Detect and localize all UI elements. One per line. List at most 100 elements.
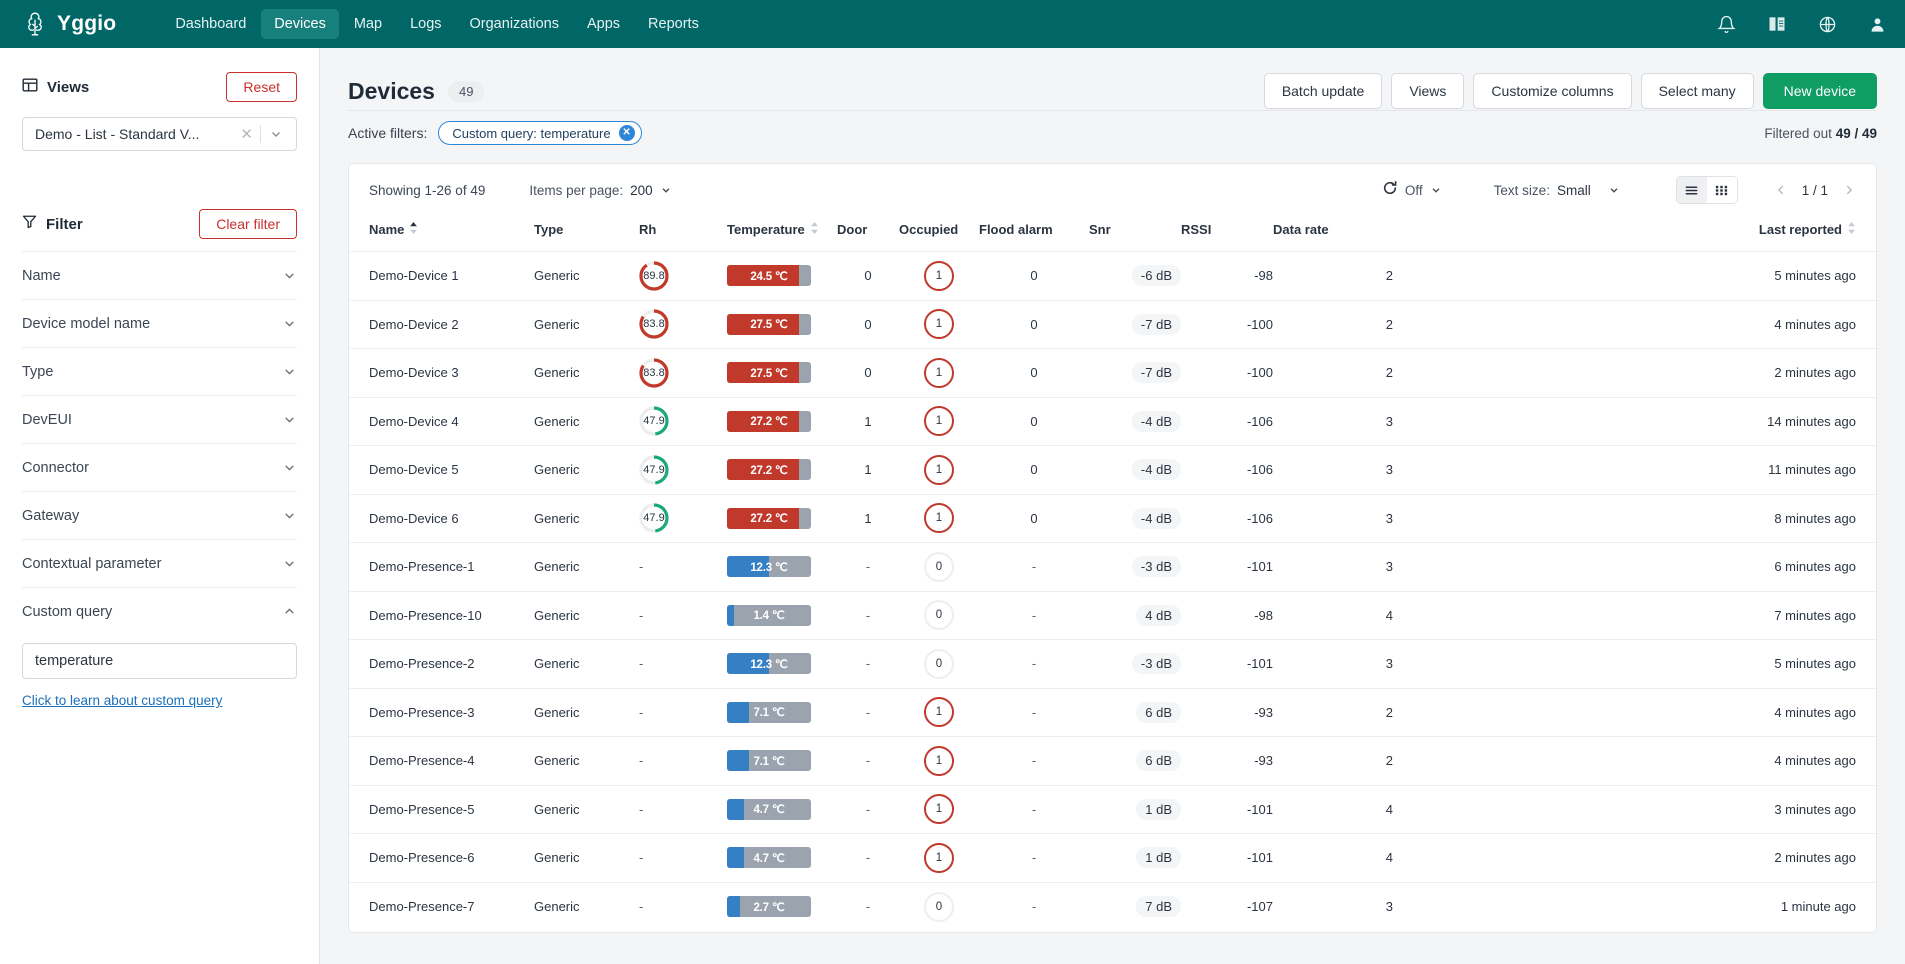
table-row[interactable]: Demo-Device 1Generic89.824.5 ℃010-6 dB-9… — [349, 252, 1876, 301]
cell-occupied: 1 — [899, 300, 979, 349]
occupied-indicator: 0 — [924, 600, 954, 630]
column-header-last-reported[interactable]: Last reported — [1393, 216, 1876, 252]
cell-rh: 83.8 — [639, 300, 727, 349]
bell-icon[interactable] — [1717, 15, 1736, 34]
table-row[interactable]: Demo-Presence-5Generic-4.7 ℃-1-1 dB-1014… — [349, 785, 1876, 834]
cell-name[interactable]: Demo-Device 2 — [349, 300, 534, 349]
refresh-icon[interactable] — [1382, 180, 1398, 201]
table-row[interactable]: Demo-Presence-7Generic-2.7 ℃-0-7 dB-1073… — [349, 882, 1876, 931]
prev-page-button[interactable] — [1774, 183, 1788, 197]
cell-name[interactable]: Demo-Presence-2 — [349, 640, 534, 689]
filter-item-deveui[interactable]: DevEUI — [22, 395, 297, 443]
column-header-temperature[interactable]: Temperature — [727, 216, 837, 252]
column-header-name[interactable]: Name — [349, 216, 534, 252]
temperature-value: 7.1 ℃ — [727, 750, 811, 771]
filter-item-connector[interactable]: Connector — [22, 443, 297, 491]
view-mode-toggle[interactable] — [1676, 176, 1738, 204]
cell-name[interactable]: Demo-Device 4 — [349, 397, 534, 446]
table-row[interactable]: Demo-Device 5Generic47.927.2 ℃110-4 dB-1… — [349, 446, 1876, 495]
nav-link-devices[interactable]: Devices — [261, 9, 339, 39]
clear-view-icon[interactable]: ✕ — [233, 125, 260, 143]
cell-name[interactable]: Demo-Device 6 — [349, 494, 534, 543]
table-row[interactable]: Demo-Presence-3Generic-7.1 ℃-1-6 dB-9324… — [349, 688, 1876, 737]
column-header-rssi[interactable]: RSSI — [1181, 216, 1273, 252]
cell-last-reported: 4 minutes ago — [1393, 688, 1876, 737]
globe-icon[interactable] — [1818, 15, 1837, 34]
column-header-flood-alarm[interactable]: Flood alarm — [979, 216, 1089, 252]
cell-name[interactable]: Demo-Device 5 — [349, 446, 534, 495]
filter-item-device-model-name[interactable]: Device model name — [22, 299, 297, 347]
filter-item-contextual-parameter[interactable]: Contextual parameter — [22, 539, 297, 587]
cell-temperature: 12.3 ℃ — [727, 543, 837, 592]
cell-rssi: -101 — [1181, 785, 1273, 834]
filter-item-label: Name — [22, 268, 61, 284]
column-header-occupied[interactable]: Occupied — [899, 216, 979, 252]
cell-name[interactable]: Demo-Presence-6 — [349, 834, 534, 883]
column-header-rh[interactable]: Rh — [639, 216, 727, 252]
clear-filter-button[interactable]: Clear filter — [199, 209, 297, 239]
device-name: Demo-Presence-1 — [369, 559, 475, 574]
nav-link-apps[interactable]: Apps — [574, 9, 633, 39]
brand-logo-area[interactable]: Yggio — [22, 11, 116, 37]
filter-item-name[interactable]: Name — [22, 251, 297, 299]
cell-data-rate: 3 — [1273, 494, 1393, 543]
table-row[interactable]: Demo-Presence-6Generic-4.7 ℃-1-1 dB-1014… — [349, 834, 1876, 883]
table-row[interactable]: Demo-Device 3Generic83.827.5 ℃010-7 dB-1… — [349, 349, 1876, 398]
new-device-button[interactable]: New device — [1763, 73, 1877, 109]
cell-last-reported: 4 minutes ago — [1393, 300, 1876, 349]
cell-last-reported: 11 minutes ago — [1393, 446, 1876, 495]
active-filter-chip[interactable]: Custom query: temperature ✕ — [438, 121, 641, 145]
cell-name[interactable]: Demo-Presence-5 — [349, 785, 534, 834]
cell-name[interactable]: Demo-Presence-4 — [349, 737, 534, 786]
nav-link-organizations[interactable]: Organizations — [457, 9, 572, 39]
list-view-button[interactable] — [1677, 177, 1707, 203]
cell-name[interactable]: Demo-Presence-1 — [349, 543, 534, 592]
nav-link-map[interactable]: Map — [341, 9, 395, 39]
table-row[interactable]: Demo-Device 2Generic83.827.5 ℃010-7 dB-1… — [349, 300, 1876, 349]
cell-name[interactable]: Demo-Presence-7 — [349, 882, 534, 931]
text-size-control[interactable]: Text size: Small — [1494, 183, 1620, 198]
custom-query-help-link[interactable]: Click to learn about custom query — [22, 693, 222, 708]
cell-name[interactable]: Demo-Device 1 — [349, 252, 534, 301]
table-row[interactable]: Demo-Device 4Generic47.927.2 ℃110-4 dB-1… — [349, 397, 1876, 446]
table-row[interactable]: Demo-Presence-4Generic-7.1 ℃-1-6 dB-9324… — [349, 737, 1876, 786]
table-row[interactable]: Demo-Presence-10Generic-1.4 ℃-0-4 dB-984… — [349, 591, 1876, 640]
cell-occupied: 1 — [899, 834, 979, 883]
nav-link-dashboard[interactable]: Dashboard — [162, 9, 259, 39]
book-icon[interactable] — [1767, 14, 1787, 34]
table-row[interactable]: Demo-Presence-2Generic-12.3 ℃-0--3 dB-10… — [349, 640, 1876, 689]
remove-filter-icon[interactable]: ✕ — [619, 125, 635, 141]
select-many-button[interactable]: Select many — [1641, 73, 1754, 109]
table-row[interactable]: Demo-Device 6Generic47.927.2 ℃110-4 dB-1… — [349, 494, 1876, 543]
view-selector[interactable]: Demo - List - Standard V... ✕ — [22, 117, 297, 151]
reset-views-button[interactable]: Reset — [226, 72, 297, 102]
temperature-badge: 12.3 ℃ — [727, 653, 811, 674]
chevron-down-icon[interactable] — [261, 127, 288, 141]
customize-columns-button[interactable]: Customize columns — [1473, 73, 1631, 109]
cell-name[interactable]: Demo-Presence-10 — [349, 591, 534, 640]
column-header-data-rate[interactable]: Data rate — [1273, 216, 1393, 252]
auto-refresh-control[interactable]: Off — [1382, 180, 1442, 201]
cell-name[interactable]: Demo-Device 3 — [349, 349, 534, 398]
nav-link-logs[interactable]: Logs — [397, 9, 454, 39]
next-page-button[interactable] — [1842, 183, 1856, 197]
grid-view-button[interactable] — [1707, 177, 1737, 203]
cell-rssi: -106 — [1181, 397, 1273, 446]
filter-item-type[interactable]: Type — [22, 347, 297, 395]
filter-item-gateway[interactable]: Gateway — [22, 491, 297, 539]
user-icon[interactable] — [1868, 15, 1887, 34]
cell-name[interactable]: Demo-Presence-3 — [349, 688, 534, 737]
table-row[interactable]: Demo-Presence-1Generic-12.3 ℃-0--3 dB-10… — [349, 543, 1876, 592]
column-header-door[interactable]: Door — [837, 216, 899, 252]
column-header-type[interactable]: Type — [534, 216, 639, 252]
snr-value: 6 dB — [1136, 702, 1181, 723]
column-header-snr[interactable]: Snr — [1089, 216, 1181, 252]
filter-item-custom-query[interactable]: Custom query — [22, 587, 297, 635]
temperature-badge: 7.1 ℃ — [727, 702, 811, 723]
nav-link-reports[interactable]: Reports — [635, 9, 712, 39]
custom-query-input[interactable] — [22, 643, 297, 679]
sort-icon — [810, 222, 819, 237]
items-per-page-control[interactable]: Items per page: 200 — [529, 183, 671, 198]
batch-update-button[interactable]: Batch update — [1264, 73, 1383, 109]
views-button[interactable]: Views — [1391, 73, 1464, 109]
